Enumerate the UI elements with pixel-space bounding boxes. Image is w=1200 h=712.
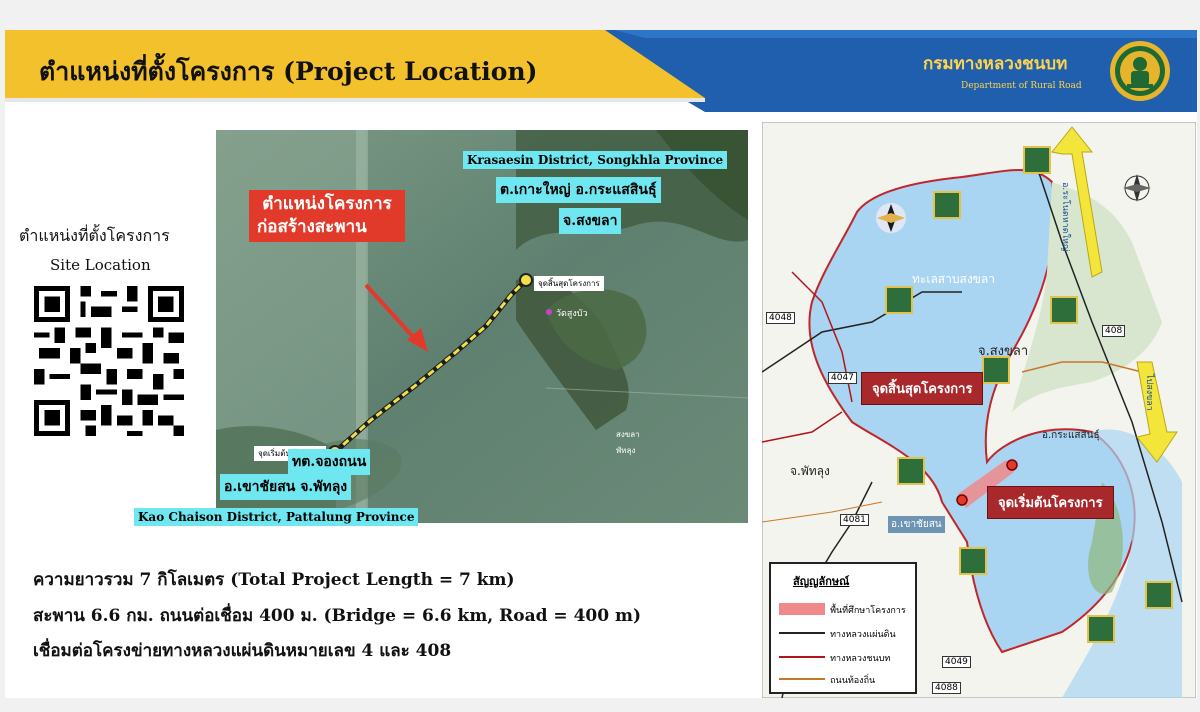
site-location-label-th: ตำแหน่งที่ตั้งโครงการ [19,226,170,245]
qr-code-icon[interactable] [33,286,185,436]
legend-label-study-area: พื้นที่ศึกษาโครงการ [830,606,906,616]
songkhla-province-label: จ.สงขลา [978,344,1029,359]
department-logo-icon [1110,41,1170,101]
map-end-point-icon [1006,459,1018,471]
end-point-tag: จุดสิ้นสุดโครงการ [534,276,604,291]
start-point-callout: จุดเริ่มต้นโครงการ [987,486,1114,519]
total-length-text: ความยาวรวม 7 กิโลเมตร (Total Project Len… [33,570,515,590]
legend-label-local-road: ถนนท้องถิ่น [830,676,876,686]
lake-label: ทะเลสาบสงขลา [912,272,995,286]
bridge-road-length-text: สะพาน 6.6 กม. ถนนต่อเชื่อม 400 ม. (Bridg… [33,606,642,626]
route-sign-4081: 4081 [840,514,869,526]
start-district-th-label-2: อ.เขาชัยสน จ.พัทลุง [220,474,352,500]
route-sign-4088: 4088 [932,682,961,694]
map-legend: สัญญลักษณ์ พื้นที่ศึกษาโครงการ ทางหลวงแผ… [769,562,917,694]
map-start-point-icon [956,494,968,506]
krasaesin-district-label: อ.กระแสสินธุ์ [1042,430,1100,441]
khaochaison-district-label: อ.เขาชัยสน [888,516,945,533]
province-boundary-label-top: สงขลา [616,430,640,439]
compass-icon [876,203,906,233]
start-district-en-label: Kao Chaison District, Pattalung Province [134,508,419,526]
route-sign-4049: 4049 [942,656,971,668]
slide: ตำแหน่งที่ตั้งโครงการ (Project Location)… [5,30,1197,698]
legend-label-rural-road: ทางหลวงชนบท [830,654,891,664]
legend-swatch-rural-road [779,655,825,658]
phatthalung-province-label: จ.พัทลุง [782,460,838,483]
legend-item-study-area: พื้นที่ศึกษาโครงการ [779,598,906,617]
project-location-callout-line1: ตำแหน่งโครงการ [262,194,392,214]
arrow-label-top: อ.ระโนดหาดใหญ่ [1060,182,1070,252]
route-sign-408: 408 [1102,325,1126,337]
legend-label-national-highway: ทางหลวงแผ่นดิน [830,630,896,640]
department-name-th: กรมทางหลวงชนบท [923,54,1068,74]
province-boundary-label-bottom: พัทลุง [616,446,636,455]
arrow-label-bottom: ไปสงขลา [1144,374,1154,411]
legend-item-local-road: ถนนท้องถิ่น [779,668,875,687]
route-sign-4047: 4047 [828,372,857,384]
legend-title: สัญญลักษณ์ [793,575,850,588]
temple-label: วัดสูงบัว [556,309,588,319]
site-location-label-en: Site Location [50,256,151,274]
end-point-callout: จุดสิ้นสุดโครงการ [861,372,984,405]
end-district-en-label: Krasaesin District, Songkhla Province [463,151,728,169]
legend-item-rural-road: ทางหลวงชนบท [779,646,890,665]
start-district-th-label-1: ทต.จองถนน [288,449,371,475]
project-location-callout-line2: ก่อสร้างสะพาน [257,216,367,237]
project-location-callout: ตำแหน่งโครงการ ก่อสร้างสะพาน [249,190,405,242]
page-title: ตำแหน่งที่ตั้งโครงการ (Project Location) [39,57,538,86]
end-district-th-label-2: จ.สงขลา [559,208,622,234]
legend-swatch-national-highway [779,631,825,634]
legend-item-national-highway: ทางหลวงแผ่นดิน [779,622,896,641]
end-district-th-label-1: ต.เกาะใหญ่ อ.กระแสสินธุ์ [496,177,661,203]
project-endpoint-icon [519,273,533,287]
route-sign-4048: 4048 [766,312,795,324]
network-connection-text: เชื่อมต่อโครงข่ายทางหลวงแผ่นดินหมายเลข 4… [33,641,452,661]
legend-swatch-local-road [779,677,825,680]
screen-background: ตำแหน่งที่ตั้งโครงการ (Project Location)… [0,0,1200,712]
department-name-en: Department of Rural Road [961,81,1082,91]
legend-swatch-study-area [779,602,825,615]
